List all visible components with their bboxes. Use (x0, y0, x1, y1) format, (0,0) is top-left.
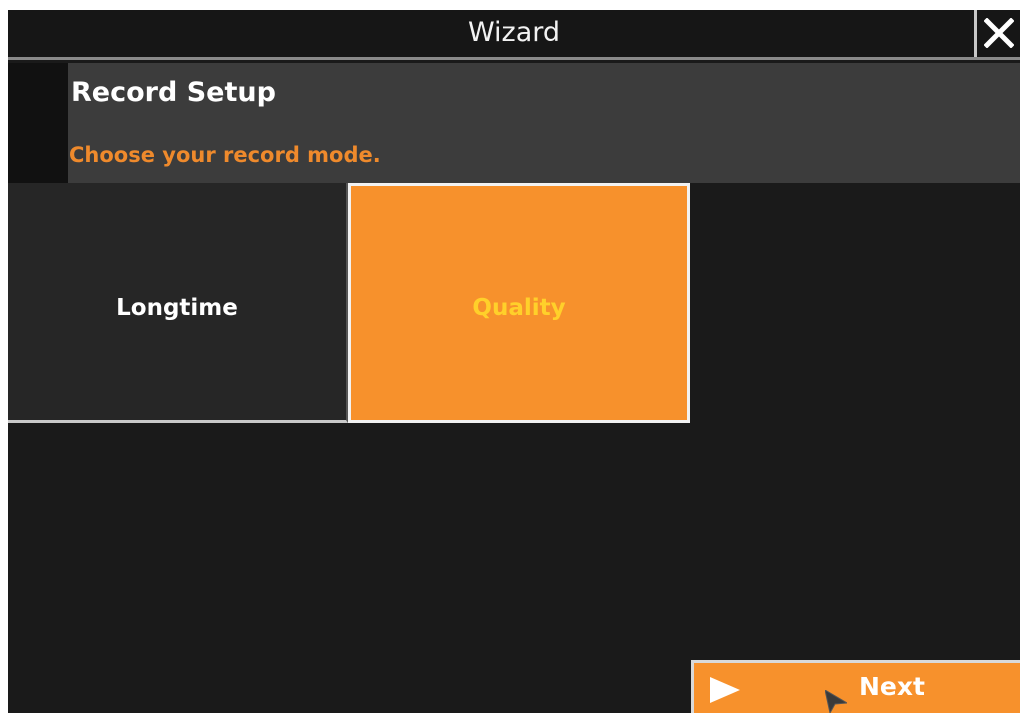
mode-tile-quality[interactable]: Quality (348, 183, 690, 423)
mouse-pointer-icon (825, 690, 847, 713)
section-hint: Choose your record mode. (69, 143, 381, 167)
mode-label-quality: Quality (472, 295, 566, 321)
close-button[interactable] (974, 10, 1020, 57)
title-bar: Wizard (8, 10, 1020, 60)
next-button-label: Next (859, 672, 925, 701)
wizard-screen: Wizard Record Setup Choose your record m… (8, 10, 1020, 713)
play-icon (710, 677, 740, 703)
header-panel: Record Setup Choose your record mode. (8, 63, 1020, 183)
close-icon (984, 18, 1014, 48)
header-panel-inner: Record Setup Choose your record mode. (68, 63, 1020, 183)
mode-tile-longtime[interactable]: Longtime (8, 183, 348, 423)
mode-label-longtime: Longtime (116, 295, 238, 321)
window-title: Wizard (467, 17, 561, 48)
next-button[interactable]: Next (691, 660, 1020, 713)
record-mode-options: Longtime Quality (8, 183, 690, 423)
section-title: Record Setup (71, 77, 276, 108)
